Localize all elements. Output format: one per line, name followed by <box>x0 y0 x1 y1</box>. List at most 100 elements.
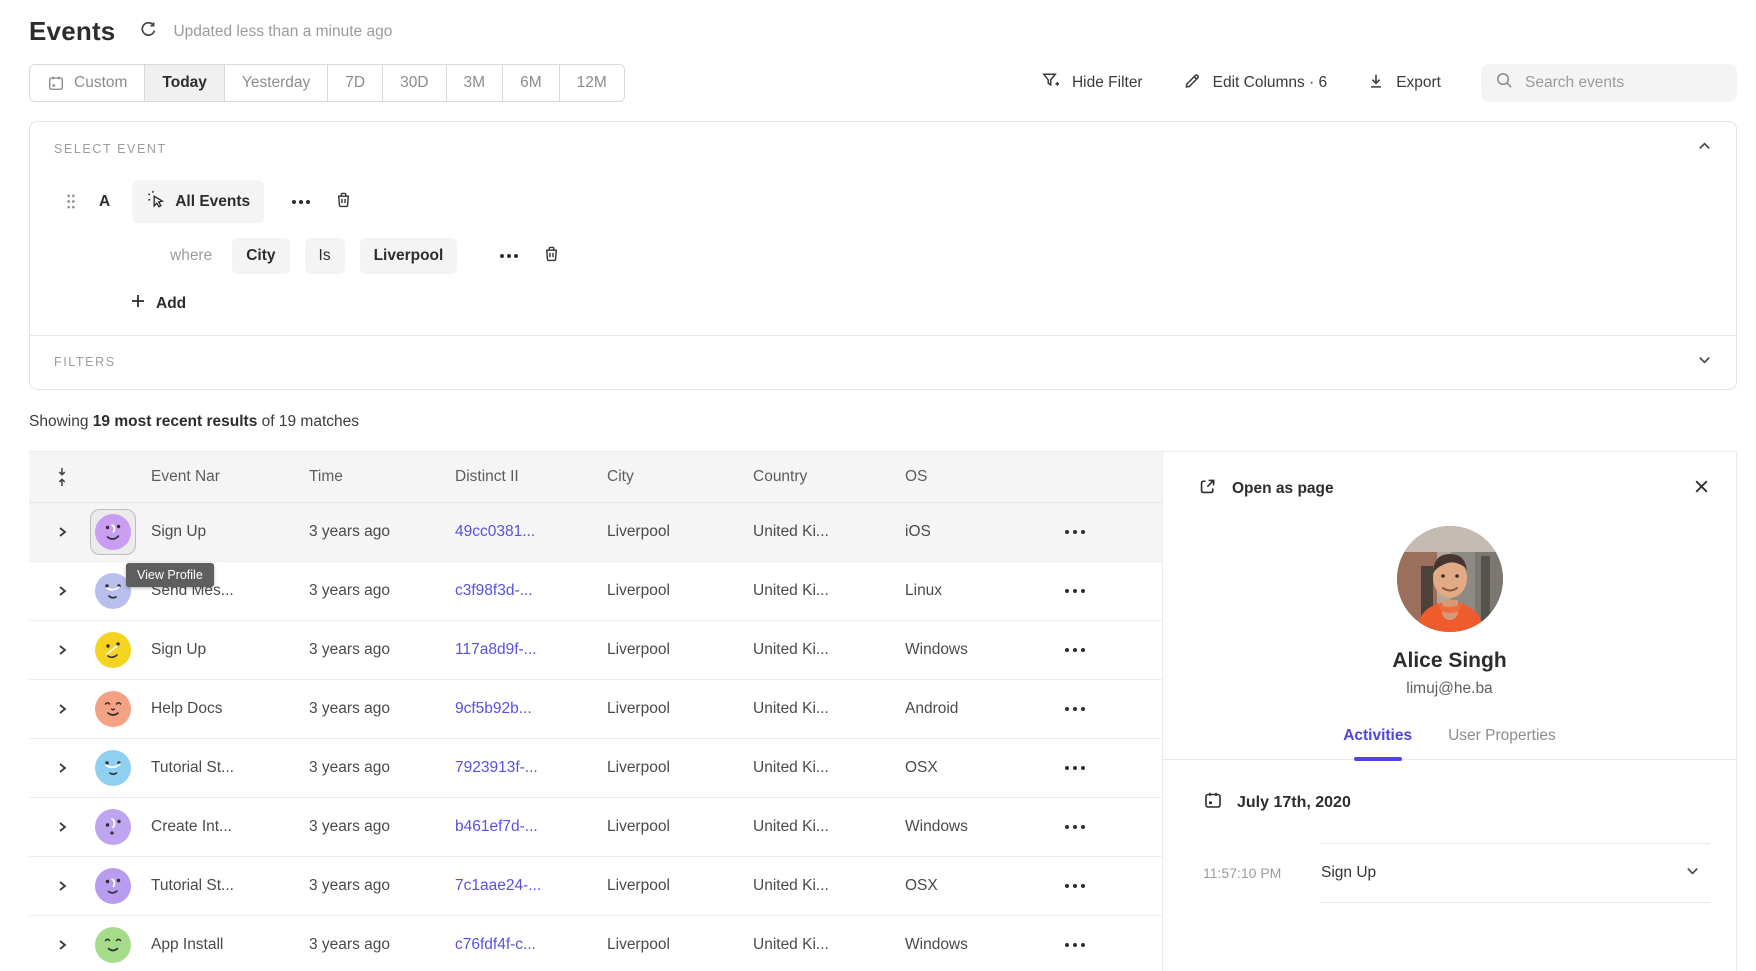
edit-columns-button[interactable]: Edit Columns · 6 <box>1183 71 1328 95</box>
table-row[interactable]: Help Docs 3 years ago 9cf5b92b... Liverp… <box>29 680 1162 739</box>
activity-event-row[interactable]: Sign Up <box>1321 843 1710 903</box>
user-avatar[interactable] <box>95 868 131 904</box>
filter-property-chip[interactable]: City <box>232 238 289 274</box>
cell-os: OSX <box>905 877 1047 895</box>
table-row[interactable]: Sign Up 3 years ago 49cc0381... Liverpoo… <box>29 503 1162 562</box>
user-avatar[interactable] <box>95 632 131 668</box>
filter-more-button[interactable] <box>500 254 518 258</box>
cell-os: Windows <box>905 641 1047 659</box>
collapse-rows-icon[interactable] <box>29 467 95 487</box>
filters-section[interactable]: FILTERS <box>30 336 1736 389</box>
date-range-yesterday[interactable]: Yesterday <box>225 65 328 101</box>
row-more-button[interactable] <box>1047 648 1162 652</box>
cell-distinct-id[interactable]: 7c1aae24-... <box>455 877 607 895</box>
date-range-3m[interactable]: 3M <box>447 65 504 101</box>
expand-row-chevron[interactable] <box>29 526 95 538</box>
cell-distinct-id[interactable]: c3f98f3d-... <box>455 582 607 600</box>
row-more-button[interactable] <box>1047 943 1162 947</box>
cell-distinct-id[interactable]: b461ef7d-... <box>455 818 607 836</box>
cell-distinct-id[interactable]: 49cc0381... <box>455 523 607 541</box>
view-profile-tooltip: View Profile <box>126 563 214 587</box>
expand-row-chevron[interactable] <box>29 644 95 656</box>
hide-filter-button[interactable]: Hide Filter <box>1040 70 1143 96</box>
cell-distinct-id[interactable]: 9cf5b92b... <box>455 700 607 718</box>
user-avatar[interactable] <box>95 691 131 727</box>
tab-user-properties[interactable]: User Properties <box>1448 727 1556 759</box>
user-avatar[interactable] <box>95 750 131 786</box>
table-row[interactable]: Tutorial St... 3 years ago 7c1aae24-... … <box>29 857 1162 916</box>
activity-event-label: Sign Up <box>1321 864 1376 882</box>
search-events-box <box>1481 64 1737 102</box>
open-as-page-button[interactable]: Open as page <box>1197 476 1334 502</box>
date-range-custom[interactable]: Custom <box>30 65 145 101</box>
date-range-picker: Custom Today Yesterday 7D 30D 3M 6M 12M <box>29 64 625 102</box>
select-event-card: SELECT EVENT A All Events <box>29 121 1737 390</box>
add-event-button[interactable]: Add <box>130 293 1736 314</box>
user-avatar[interactable] <box>95 809 131 845</box>
filter-operator-chip[interactable]: Is <box>305 238 345 274</box>
column-header-distinct-id[interactable]: Distinct II <box>455 468 607 486</box>
profile-name: Alice Singh <box>1163 649 1736 673</box>
delete-filter-button[interactable] <box>542 244 561 268</box>
refresh-button[interactable] <box>137 21 159 43</box>
cell-distinct-id[interactable]: c76fdf4f-c... <box>455 936 607 954</box>
cell-event: Tutorial St... <box>151 877 309 895</box>
date-range-12m[interactable]: 12M <box>560 65 624 101</box>
date-range-6m[interactable]: 6M <box>503 65 560 101</box>
expand-row-chevron[interactable] <box>29 821 95 833</box>
expand-row-chevron[interactable] <box>29 762 95 774</box>
row-more-button[interactable] <box>1047 825 1162 829</box>
export-label: Export <box>1396 74 1441 92</box>
expand-row-chevron[interactable] <box>29 880 95 892</box>
column-header-event[interactable]: Event Nar <box>151 468 309 486</box>
column-header-country[interactable]: Country <box>753 468 905 486</box>
column-header-os[interactable]: OS <box>905 468 1047 486</box>
drag-handle-icon[interactable] <box>65 193 77 210</box>
date-range-label: Custom <box>74 74 127 92</box>
row-more-button[interactable] <box>1047 766 1162 770</box>
close-panel-button[interactable] <box>1693 478 1710 500</box>
delete-event-button[interactable] <box>334 190 353 214</box>
cell-distinct-id[interactable]: 117a8d9f-... <box>455 641 607 659</box>
table-row[interactable]: App Install 3 years ago c76fdf4f-c... Li… <box>29 916 1162 971</box>
date-range-7d[interactable]: 7D <box>328 65 383 101</box>
table-row[interactable]: Sign Up 3 years ago 117a8d9f-... Liverpo… <box>29 621 1162 680</box>
events-table: Event Nar Time Distinct II City Country … <box>29 451 1162 971</box>
expand-row-chevron[interactable] <box>29 703 95 715</box>
filter-value-chip[interactable]: Liverpool <box>360 238 458 274</box>
table-row[interactable]: Create Int... 3 years ago b461ef7d-... L… <box>29 798 1162 857</box>
column-header-city[interactable]: City <box>607 468 753 486</box>
user-avatar[interactable] <box>95 927 131 963</box>
row-more-button[interactable] <box>1047 530 1162 534</box>
date-range-30d[interactable]: 30D <box>383 65 446 101</box>
date-range-label: Yesterday <box>242 74 310 92</box>
row-more-button[interactable] <box>1047 707 1162 711</box>
profile-photo <box>1397 526 1503 632</box>
activity-date-row: July 17th, 2020 <box>1203 790 1736 815</box>
filters-label: FILTERS <box>54 355 116 369</box>
row-more-button[interactable] <box>1047 589 1162 593</box>
search-icon <box>1495 71 1514 95</box>
column-header-time[interactable]: Time <box>309 468 455 486</box>
cell-city: Liverpool <box>607 523 753 541</box>
table-row[interactable]: Tutorial St... 3 years ago 7923913f-... … <box>29 739 1162 798</box>
event-selector-chip[interactable]: All Events <box>132 180 264 223</box>
event-more-button[interactable] <box>292 200 310 204</box>
row-more-button[interactable] <box>1047 884 1162 888</box>
date-range-today[interactable]: Today <box>145 65 225 101</box>
expand-filters-button[interactable] <box>1697 352 1712 372</box>
select-event-label: SELECT EVENT <box>54 142 167 156</box>
trash-icon <box>334 190 353 214</box>
expand-row-chevron[interactable] <box>29 585 95 597</box>
export-button[interactable]: Export <box>1367 72 1441 95</box>
clause-letter: A <box>99 193 110 211</box>
results-prefix: Showing <box>29 413 88 430</box>
cell-time: 3 years ago <box>309 523 455 541</box>
expand-row-chevron[interactable] <box>29 939 95 951</box>
cell-distinct-id[interactable]: 7923913f-... <box>455 759 607 777</box>
cell-time: 3 years ago <box>309 759 455 777</box>
collapse-section-button[interactable] <box>1697 139 1712 159</box>
search-input[interactable] <box>1525 74 1723 92</box>
user-avatar[interactable] <box>95 514 131 550</box>
tab-activities[interactable]: Activities <box>1343 727 1412 759</box>
